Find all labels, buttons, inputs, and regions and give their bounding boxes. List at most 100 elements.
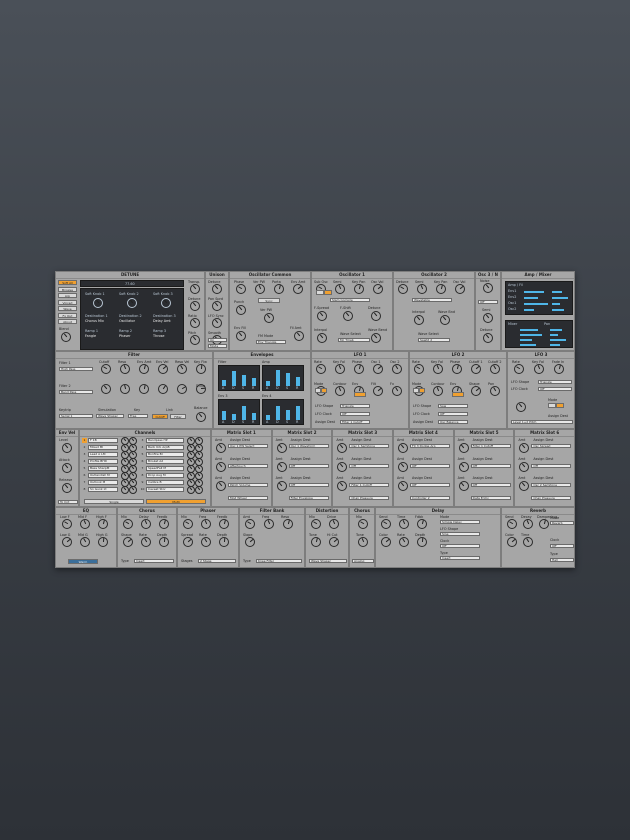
osc3-dropdown[interactable]: Off bbox=[478, 300, 498, 304]
lfo3-clock-dropdown[interactable]: Off bbox=[538, 387, 572, 391]
high-g-knob[interactable] bbox=[98, 537, 108, 547]
key-fol-knob[interactable] bbox=[335, 364, 345, 374]
channel-slot[interactable]: Lead A LM bbox=[88, 452, 118, 457]
matrix-dest-3-dropdown[interactable]: Osc 2 Semitone bbox=[531, 483, 572, 487]
channel-slot[interactable]: Sn Gunk Id bbox=[88, 487, 118, 492]
preset-browse[interactable]: Browse bbox=[58, 286, 77, 292]
link-cutoff-button[interactable]: Cutoff bbox=[152, 414, 168, 419]
send-knob[interactable] bbox=[381, 519, 391, 529]
rate-knob[interactable] bbox=[201, 537, 211, 547]
env-env4-s-slider[interactable] bbox=[286, 410, 290, 420]
amt-knob[interactable] bbox=[245, 519, 255, 529]
lfo2-lfo-shape-dropdown[interactable]: Saw bbox=[438, 404, 468, 408]
channel-knob[interactable] bbox=[187, 486, 195, 494]
osc-vol-knob[interactable] bbox=[373, 284, 383, 294]
level-knob[interactable] bbox=[62, 443, 72, 453]
f-shift-knob[interactable] bbox=[343, 311, 353, 321]
detune-knob[interactable] bbox=[398, 284, 408, 294]
lfo2-assign-dest-dropdown[interactable]: Osc Balance bbox=[438, 420, 468, 424]
simulation-dropdown[interactable]: Wave Shaper bbox=[96, 414, 124, 418]
lfo2-lfo-clock-dropdown[interactable]: Off bbox=[438, 412, 468, 416]
filter2-knob-4[interactable] bbox=[177, 384, 187, 394]
lfo1-env-toggle[interactable] bbox=[354, 392, 366, 397]
soft-knob-2[interactable] bbox=[127, 298, 137, 308]
matrix-amount-knob[interactable] bbox=[458, 481, 469, 491]
rate-knob[interactable] bbox=[141, 537, 151, 547]
lfo3-amount-knob[interactable] bbox=[516, 402, 526, 412]
wave-bend-knob[interactable] bbox=[371, 333, 381, 343]
phase-knob[interactable] bbox=[236, 284, 246, 294]
pan-sprd-knob[interactable] bbox=[212, 301, 222, 311]
matrix-source-dropdown[interactable]: Mod Wheel bbox=[228, 496, 268, 500]
detune-knob[interactable] bbox=[190, 301, 200, 311]
delay-lfo-shape-dropdown[interactable]: Sine bbox=[440, 532, 480, 536]
osc-vol-knob[interactable] bbox=[455, 284, 465, 294]
channel-knob[interactable] bbox=[129, 486, 137, 494]
matrix-amount-knob[interactable] bbox=[337, 462, 348, 472]
matrix-dest-1-dropdown[interactable]: Osc Spread bbox=[531, 444, 572, 448]
spread-knob[interactable] bbox=[183, 537, 193, 547]
reverb-clock-dropdown[interactable]: Off bbox=[550, 544, 574, 548]
channel-slot[interactable]: Calibre B bbox=[146, 480, 184, 485]
lfo2-mode-b[interactable] bbox=[419, 388, 425, 393]
mid-f-knob[interactable] bbox=[80, 519, 90, 529]
phaser-stages-dropdown[interactable]: 2 Stage bbox=[198, 559, 236, 563]
matrix-amount-knob[interactable] bbox=[458, 443, 469, 453]
env-vel-dropdown[interactable]: To Cnt bbox=[58, 500, 78, 504]
freq-knob[interactable] bbox=[264, 519, 274, 529]
matrix-amount-knob[interactable] bbox=[276, 443, 287, 453]
channel-slot[interactable]: Bandpass HP bbox=[146, 438, 184, 443]
key-pan-knob[interactable] bbox=[436, 284, 446, 294]
ratio-knob[interactable] bbox=[190, 318, 200, 328]
filter-bank-type-dropdown[interactable]: Knee Filter bbox=[256, 559, 302, 563]
wave-bend-knob[interactable] bbox=[440, 315, 450, 325]
matrix-source-dropdown[interactable]: Controller 2 bbox=[410, 496, 450, 500]
phase-knob[interactable] bbox=[354, 364, 364, 374]
cutoff-2-knob[interactable] bbox=[490, 364, 500, 374]
matrix-dest-3-dropdown[interactable]: Patch Volume bbox=[228, 483, 268, 487]
matrix-amount-knob[interactable] bbox=[519, 443, 530, 453]
channel-slot[interactable]: F 1B bbox=[88, 438, 118, 443]
key-flw-knob[interactable] bbox=[196, 364, 206, 374]
lfo3-mode-b[interactable] bbox=[556, 403, 564, 408]
fil-amt-knob[interactable] bbox=[294, 331, 304, 341]
destination-value[interactable]: Chorus Mix bbox=[85, 319, 104, 323]
matrix-dest-3-dropdown[interactable]: Off bbox=[470, 483, 511, 487]
delay-type-dropdown[interactable]: Insert bbox=[440, 556, 480, 560]
lfo2-env-toggle[interactable] bbox=[452, 392, 464, 397]
channel-slot[interactable]: Outlandish M bbox=[88, 473, 118, 478]
freq-knob[interactable] bbox=[201, 519, 211, 529]
fdbk-knob[interactable] bbox=[417, 519, 427, 529]
env-env4-d-slider[interactable] bbox=[276, 406, 280, 420]
delay-knob[interactable] bbox=[141, 519, 151, 529]
preset-arp[interactable]: Arp bbox=[58, 293, 77, 298]
time-knob[interactable] bbox=[523, 537, 533, 547]
preset-wave[interactable]: Wave bbox=[58, 306, 77, 311]
ver-pw2-knob[interactable] bbox=[264, 313, 274, 323]
mix-knob[interactable] bbox=[358, 519, 368, 529]
env-env4-r-slider[interactable] bbox=[296, 406, 300, 420]
env-filter-r-slider[interactable] bbox=[252, 378, 256, 386]
preset-soft-all[interactable]: Soft All bbox=[58, 280, 77, 285]
rate-knob[interactable] bbox=[514, 364, 524, 374]
rate-knob[interactable] bbox=[399, 537, 409, 547]
noise-knob[interactable] bbox=[483, 283, 493, 293]
env-amp-s-slider[interactable] bbox=[286, 373, 290, 386]
shape-knob[interactable] bbox=[123, 537, 133, 547]
lfo1-lfo-clock-dropdown[interactable]: Off bbox=[340, 412, 370, 416]
sync-button[interactable]: Sync bbox=[258, 298, 280, 303]
matrix-amount-knob[interactable] bbox=[398, 443, 408, 453]
punch-knob[interactable] bbox=[236, 305, 246, 315]
key-pan-knob[interactable] bbox=[354, 284, 364, 294]
matrix-dest-3-dropdown[interactable]: Filter 1 Cutoff bbox=[349, 483, 390, 487]
env-fill-knob[interactable] bbox=[236, 331, 246, 341]
time-knob[interactable] bbox=[399, 519, 409, 529]
transp-knob[interactable] bbox=[190, 284, 200, 294]
filter1-mode-dropdown[interactable]: High Pass bbox=[59, 367, 93, 371]
channel-knob[interactable] bbox=[121, 486, 129, 494]
link-filter-button[interactable]: Filter bbox=[170, 414, 186, 419]
channel-slot[interactable]: Barb Urb ArpB bbox=[146, 445, 184, 450]
depth-knob[interactable] bbox=[159, 537, 169, 547]
multi-mode-button[interactable]: Multi bbox=[146, 499, 206, 504]
matrix-dest-1-dropdown[interactable]: Osc 1 PW Select bbox=[228, 444, 268, 448]
